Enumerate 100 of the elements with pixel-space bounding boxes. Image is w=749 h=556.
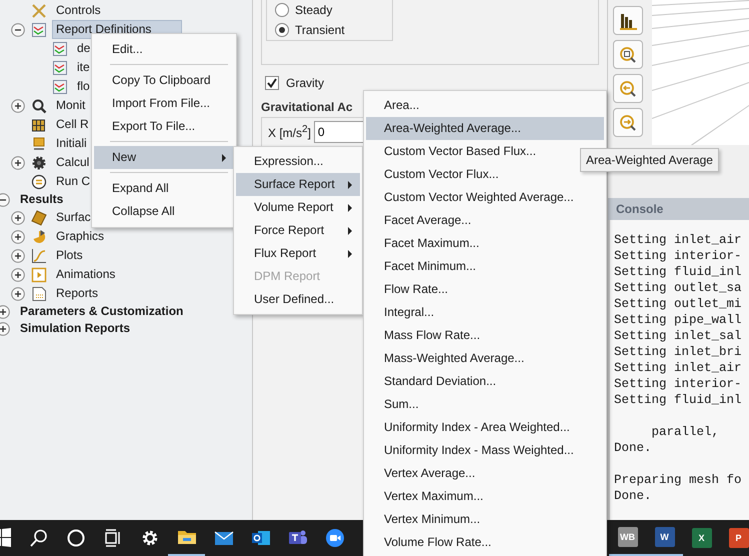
app-icon: W — [654, 527, 674, 547]
diamond-icon — [31, 210, 47, 226]
tree-toggle[interactable] — [11, 248, 25, 262]
tree-item[interactable]: Cell R — [52, 115, 93, 134]
menu-item[interactable]: Vertex Average... — [366, 462, 604, 485]
tree-toggle[interactable] — [11, 22, 25, 36]
tree-item[interactable]: Controls — [52, 1, 105, 20]
console-line: Setting outlet_sa — [614, 280, 743, 296]
tree-item[interactable]: Reports — [52, 284, 102, 303]
field-label: X [m/s$^{2}$] — [268, 124, 311, 140]
chart-icon — [52, 60, 68, 76]
submenu-arrow-icon — [348, 204, 352, 212]
tree-toggle[interactable] — [11, 286, 25, 300]
tree-item[interactable]: de — [73, 39, 94, 58]
tools-icon — [31, 2, 47, 18]
tree-item[interactable]: ite — [73, 58, 94, 77]
tree-item[interactable]: Initiali — [52, 134, 91, 153]
menu-item[interactable]: Surface Report — [236, 173, 360, 196]
menu-item[interactable]: Export To File... — [94, 115, 234, 138]
tree-toggle[interactable] — [0, 322, 10, 336]
menu-item[interactable]: Volume Flow Rate... — [366, 531, 604, 554]
menu-item[interactable]: Collapse All — [94, 200, 234, 223]
menu-item[interactable]: Vertex Maximum... — [366, 485, 604, 508]
menu-item[interactable]: Area-Weighted Average... — [366, 117, 604, 140]
tree-item[interactable]: Monit — [52, 96, 90, 115]
menu-item[interactable]: Flow Rate... — [366, 278, 604, 301]
camera-app-icon — [324, 528, 344, 548]
console-line: Preparing mesh fo — [614, 472, 743, 488]
menu-item[interactable]: Uniformity Index - Mass Weighted... — [366, 439, 604, 462]
tree-toggle[interactable] — [11, 210, 25, 224]
film-icon — [31, 266, 47, 282]
tree-toggle[interactable] — [0, 304, 10, 318]
tree-toggle[interactable] — [11, 268, 25, 282]
radio-button[interactable] — [275, 23, 289, 37]
taskbar-button[interactable]: X — [683, 520, 720, 556]
menu-item[interactable]: Uniformity Index - Area Weighted... — [366, 416, 604, 439]
submenu-arrow-icon — [222, 154, 226, 162]
tree-toggle[interactable] — [11, 98, 25, 112]
tree-item[interactable]: Results — [16, 190, 68, 209]
pie-icon — [31, 228, 47, 244]
tooltip: Area-Weighted Average — [580, 148, 719, 172]
tree-item[interactable]: Surfac — [52, 208, 95, 227]
tree-toggle[interactable] — [0, 192, 10, 206]
search-icon — [28, 528, 48, 548]
menu-item[interactable]: Copy To Clipboard — [94, 69, 234, 92]
menu-item[interactable]: New — [94, 146, 234, 169]
tree-item[interactable]: Simulation Reports — [16, 319, 134, 338]
taskbar-button[interactable]: P — [720, 520, 749, 556]
radio-button[interactable] — [275, 3, 289, 17]
box-icon — [31, 136, 47, 152]
console-line: Setting inlet_air — [614, 360, 743, 376]
menu-item[interactable]: Standard Deviation... — [366, 370, 604, 393]
console-line: Setting pipe_wall — [614, 312, 743, 328]
menu-item[interactable]: Expression... — [236, 150, 360, 173]
tree-item[interactable]: Plots — [52, 246, 87, 265]
toolbar-button[interactable] — [613, 40, 643, 69]
taskbar-button[interactable]: W — [646, 520, 683, 556]
cube-icon — [31, 116, 47, 132]
envelope-app-icon — [250, 528, 270, 548]
menu-item[interactable]: Mass-Weighted Average... — [366, 347, 604, 370]
menu-item[interactable]: Integral... — [366, 301, 604, 324]
menu-item[interactable]: User Defined... — [236, 288, 360, 311]
menu-item[interactable]: Import From File... — [94, 92, 234, 115]
equals-circle-icon — [31, 174, 47, 190]
radio-label: Transient — [295, 23, 345, 37]
tree-item[interactable]: Run C — [52, 172, 94, 191]
tree-item[interactable]: Animations — [52, 265, 120, 284]
menu-item[interactable]: Edit... — [94, 38, 234, 61]
console-line: Setting fluid_inl — [614, 264, 743, 280]
menu-item[interactable]: Force Report — [236, 219, 360, 242]
menu-item[interactable]: Area... — [366, 94, 604, 117]
menu-item[interactable]: Facet Minimum... — [366, 255, 604, 278]
checkbox[interactable] — [265, 76, 279, 90]
menu-item[interactable]: Facet Maximum... — [366, 232, 604, 255]
toolbar-button[interactable] — [613, 6, 643, 35]
tree-toggle[interactable] — [11, 230, 25, 244]
zoom-arrow-icon — [618, 112, 638, 132]
zoom-arrow-icon — [618, 78, 638, 98]
checkbox-label: Gravity — [286, 76, 324, 90]
menu-item[interactable]: Facet Average... — [366, 209, 604, 232]
chart-icon — [52, 40, 68, 56]
tree-toggle[interactable] — [11, 156, 25, 170]
tree-item[interactable]: Parameters & Customization — [16, 302, 188, 321]
menu-item[interactable]: Expand All — [94, 177, 234, 200]
menu-item[interactable]: Custom Vector Weighted Average... — [366, 186, 604, 209]
menu-item[interactable]: Vertex Minimum... — [366, 508, 604, 531]
console-line: Setting interior- — [614, 376, 743, 392]
menu-item[interactable]: Sum... — [366, 393, 604, 416]
console-title: Console — [608, 198, 749, 220]
magnifier-icon — [31, 98, 47, 114]
menu-item[interactable]: Flux Report — [236, 242, 360, 265]
radio-label: Steady — [295, 3, 332, 17]
tree-item[interactable]: Graphics — [52, 227, 108, 246]
menu-item[interactable]: Mass Flow Rate... — [366, 324, 604, 347]
tree-item[interactable]: Calcul — [52, 153, 94, 172]
menu-item[interactable]: Volume Report — [236, 196, 360, 219]
submenu-arrow-icon — [348, 227, 352, 235]
console-line: Done. — [614, 440, 653, 456]
tree-item[interactable]: flo — [73, 77, 94, 96]
gear-icon — [31, 154, 47, 170]
